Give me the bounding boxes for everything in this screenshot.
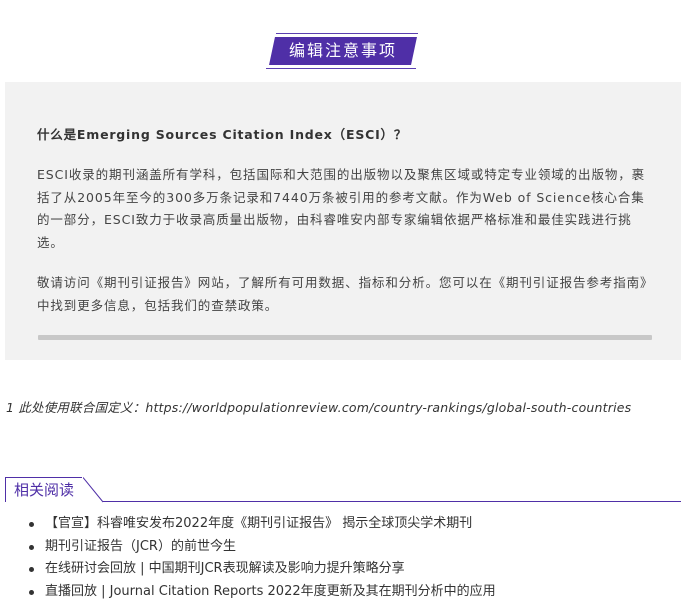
related-link[interactable]: 在线研讨会回放 | 中国期刊JCR表现解读及影响力提升策略分享 (45, 561, 405, 576)
footnote: 1 此处使用联合国定义：https://worldpopulationrevie… (6, 400, 632, 415)
bullet-icon (29, 522, 34, 527)
badge-label: 编辑注意事项 (288, 41, 397, 60)
related-link[interactable]: 直播回放 | Journal Citation Reports 2022年度更新… (45, 584, 496, 599)
bullet-icon (29, 567, 34, 572)
bullet-icon (29, 589, 34, 595)
list-item[interactable]: 【官宣】科睿唯安发布2022年度《期刊引证报告》 揭示全球顶尖学术期刊 (27, 513, 496, 536)
badge-top-rule (276, 33, 418, 34)
note-heading: 什么是Emerging Sources Citation Index（ESCI）… (37, 127, 408, 142)
list-item[interactable]: 在线研讨会回放 | 中国期刊JCR表现解读及影响力提升策略分享 (27, 558, 496, 581)
list-item[interactable]: 直播回放 | Journal Citation Reports 2022年度更新… (27, 581, 496, 604)
note-scrollbar[interactable] (38, 335, 652, 340)
esci-note-box: 什么是Emerging Sources Citation Index（ESCI）… (5, 82, 681, 360)
badge-bottom-rule (266, 68, 416, 69)
note-paragraph-esci: ESCI收录的期刊涵盖所有学科，包括国际和大范围的出版物以及聚焦区域或特定专业领… (37, 167, 646, 250)
related-reading-list: 【官宣】科睿唯安发布2022年度《期刊引证报告》 揭示全球顶尖学术期刊 期刊引证… (27, 513, 496, 603)
editor-note-badge: 编辑注意事项 (266, 30, 420, 70)
bullet-icon (29, 544, 34, 550)
note-paragraph-visit: 敬请访问《期刊引证报告》网站，了解所有可用数据、指标和分析。您可以在《期刊引证报… (37, 275, 654, 313)
list-item[interactable]: 期刊引证报告（JCR）的前世今生 (27, 536, 496, 559)
related-reading-header: 相关阅读 (5, 477, 681, 503)
related-link[interactable]: 期刊引证报告（JCR）的前世今生 (45, 539, 236, 554)
related-link[interactable]: 【官宣】科睿唯安发布2022年度《期刊引证报告》 揭示全球顶尖学术期刊 (45, 516, 472, 531)
related-reading-title: 相关阅读 (5, 477, 83, 502)
related-reading-rule (103, 501, 681, 502)
related-tab-corner-icon (83, 477, 104, 503)
